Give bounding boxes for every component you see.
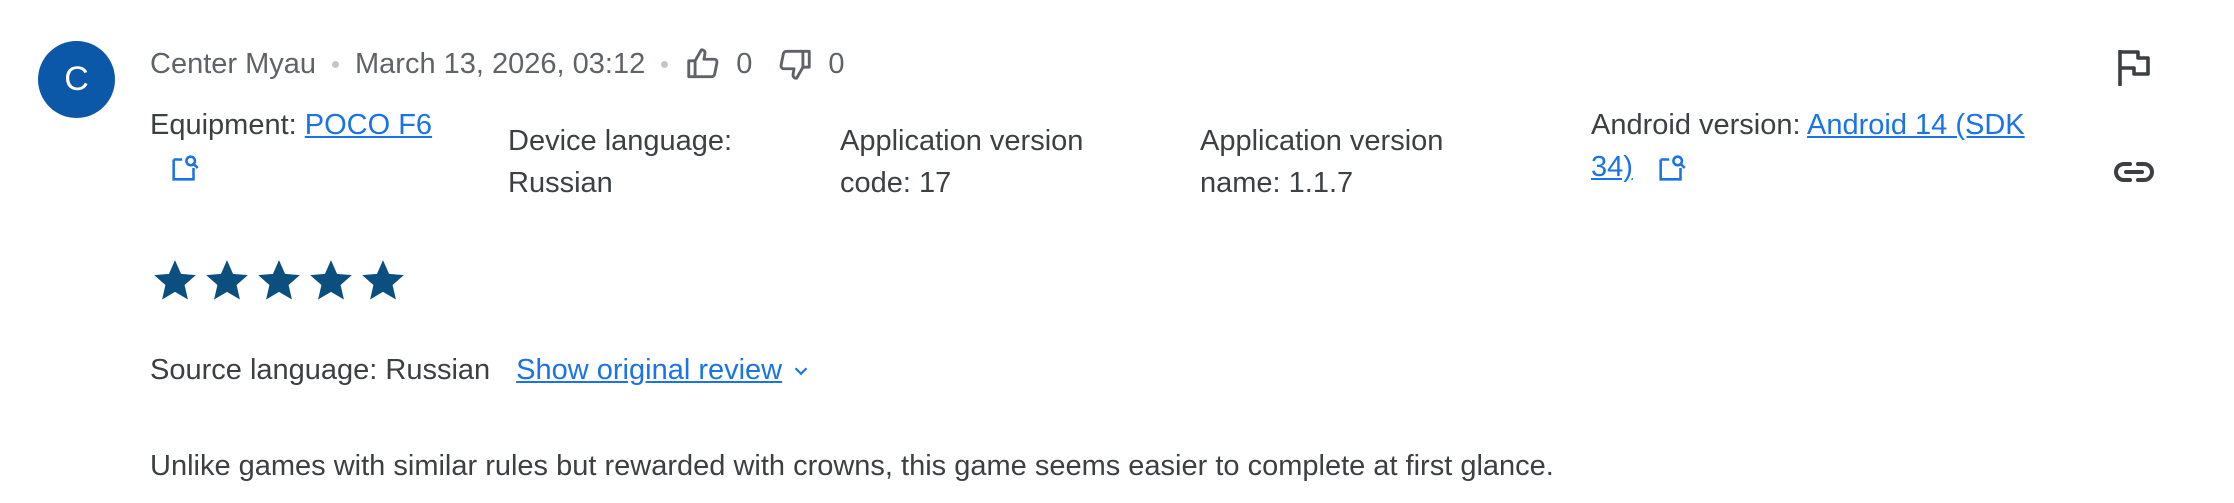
link-icon[interactable] — [2110, 148, 2158, 196]
open-external-icon[interactable] — [1655, 151, 1689, 185]
thumbs-up-button[interactable]: 0 — [684, 45, 752, 83]
app-version-code-value: code: 17 — [840, 167, 952, 199]
device-language-detail: Device language: Russian — [508, 120, 732, 204]
equipment-link[interactable]: POCO F6 — [305, 109, 432, 141]
star-icon — [206, 260, 248, 300]
android-version-detail: Android version: Android 14 (SDK 34) — [1591, 104, 2025, 188]
app-version-code-detail: Application version code: 17 — [840, 120, 1083, 204]
open-external-icon[interactable] — [168, 151, 202, 185]
star-rating — [150, 256, 410, 306]
equipment-label: Equipment: — [150, 109, 297, 141]
flag-icon[interactable] — [2110, 44, 2158, 92]
app-version-name-value: name: 1.1.7 — [1200, 167, 1354, 199]
star-icon — [310, 260, 352, 300]
app-version-name-detail: Application version name: 1.1.7 — [1200, 120, 1443, 204]
equipment-detail: Equipment: POCO F6 — [150, 104, 432, 188]
review-text: Unlike games with similar rules but rewa… — [150, 450, 1554, 482]
star-icon — [362, 260, 404, 300]
device-language-label: Device language: — [508, 125, 733, 157]
avatar: C — [38, 41, 115, 118]
source-language-row: Source language: Russian Show original r… — [150, 354, 812, 387]
review-meta: Center Myau March 13, 2026, 03:12 0 0 — [150, 44, 869, 84]
review-card: C Center Myau March 13, 2026, 03:12 0 0 … — [0, 0, 2234, 503]
thumbs-up-count: 0 — [736, 47, 753, 80]
thumb-up-icon — [687, 48, 719, 79]
review-date: March 13, 2026, 03:12 — [355, 47, 646, 80]
android-version-link[interactable]: Android 14 (SDK — [1807, 109, 2025, 141]
separator-dot — [661, 60, 669, 68]
app-version-code-label: Application version — [840, 125, 1084, 157]
star-icon — [258, 260, 300, 300]
android-version-label: Android version: — [1591, 109, 1801, 141]
app-version-name-label: Application version — [1200, 125, 1444, 157]
avatar-letter: C — [64, 60, 89, 98]
source-language: Source language: Russian — [150, 354, 491, 386]
thumb-down-icon — [779, 49, 812, 80]
device-language-value: Russian — [508, 167, 613, 199]
separator-dot — [332, 60, 340, 68]
show-original-review-link[interactable]: Show original review — [516, 354, 782, 387]
thumbs-down-count: 0 — [828, 47, 845, 80]
star-icon — [154, 260, 196, 300]
android-version-link-continued[interactable]: 34) — [1591, 151, 1633, 183]
chevron-down-icon[interactable] — [790, 360, 812, 382]
author-name: Center Myau — [150, 47, 317, 80]
thumbs-down-button[interactable]: 0 — [776, 45, 845, 83]
